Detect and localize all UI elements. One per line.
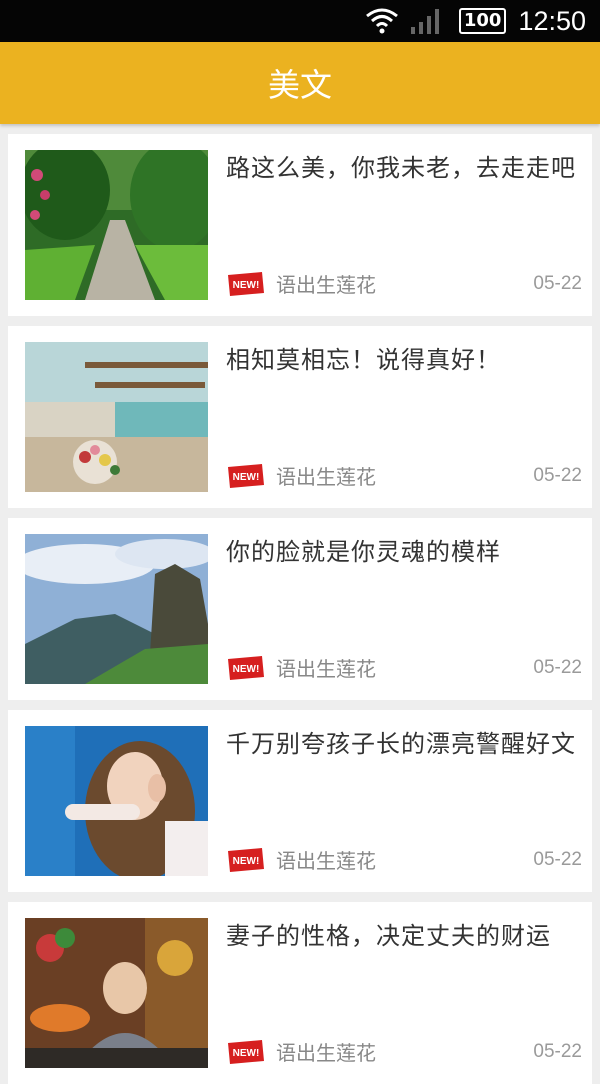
article-list: 路这么美，你我未老，去走走吧 NEW! 语出生莲花 05-22 相知莫相忘！说得… (0, 124, 600, 1084)
article-card[interactable]: 千万别夸孩子长的漂亮警醒好文 NEW! 语出生莲花 05-22 (8, 710, 592, 892)
article-author: 语出生莲花 (276, 465, 376, 489)
cafe-flowers-photo (25, 342, 208, 492)
status-bar: 100 12:50 (0, 0, 600, 42)
signal-icon (410, 9, 439, 34)
article-author: 语出生莲花 (276, 273, 376, 297)
article-author: 语出生莲花 (276, 1041, 376, 1065)
article-card[interactable]: 你的脸就是你灵魂的模样 NEW! 语出生莲花 05-22 (8, 518, 592, 700)
svg-text:NEW!: NEW! (233, 280, 260, 291)
article-card[interactable]: 相知莫相忘！说得真好！ NEW! 语出生莲花 05-22 (8, 326, 592, 508)
article-date: 05-22 (533, 464, 582, 486)
article-title: 妻子的性格，决定丈夫的财运 (226, 922, 551, 950)
wifi-icon (365, 8, 398, 34)
article-date: 05-22 (533, 656, 582, 678)
article-title: 相知莫相忘！说得真好！ (226, 346, 501, 374)
new-badge-icon: NEW! (228, 271, 264, 296)
article-date: 05-22 (533, 1040, 582, 1062)
page-title: 美文 (267, 66, 332, 104)
article-card[interactable]: 妻子的性格，决定丈夫的财运 NEW! 语出生莲花 05-22 (8, 902, 592, 1084)
svg-text:NEW!: NEW! (233, 664, 260, 675)
article-date: 05-22 (533, 848, 582, 870)
article-card[interactable]: 路这么美，你我未老，去走走吧 NEW! 语出生莲花 05-22 (8, 134, 592, 316)
svg-text:NEW!: NEW! (233, 856, 260, 867)
new-badge-icon: NEW! (228, 847, 264, 872)
new-badge-icon: NEW! (228, 1039, 264, 1064)
forest-path-photo (25, 150, 208, 300)
article-title: 你的脸就是你灵魂的模样 (226, 538, 501, 566)
article-title: 路这么美，你我未老，去走走吧 (226, 154, 576, 182)
article-author: 语出生莲花 (276, 657, 376, 681)
battery-indicator: 100 (458, 8, 507, 34)
article-date: 05-22 (533, 272, 582, 294)
new-badge-icon: NEW! (228, 655, 264, 680)
clock: 12:50 (518, 5, 586, 36)
app-bar: 美文 (0, 42, 600, 124)
mountain-peak-photo (25, 534, 208, 684)
article-title: 千万别夸孩子长的漂亮警醒好文 (226, 730, 576, 758)
svg-text:NEW!: NEW! (233, 1048, 260, 1059)
new-badge-icon: NEW! (228, 463, 264, 488)
svg-text:NEW!: NEW! (233, 472, 260, 483)
article-author: 语出生莲花 (276, 849, 376, 873)
listening-girl-photo (25, 726, 208, 876)
monk-portrait-photo (25, 918, 208, 1068)
